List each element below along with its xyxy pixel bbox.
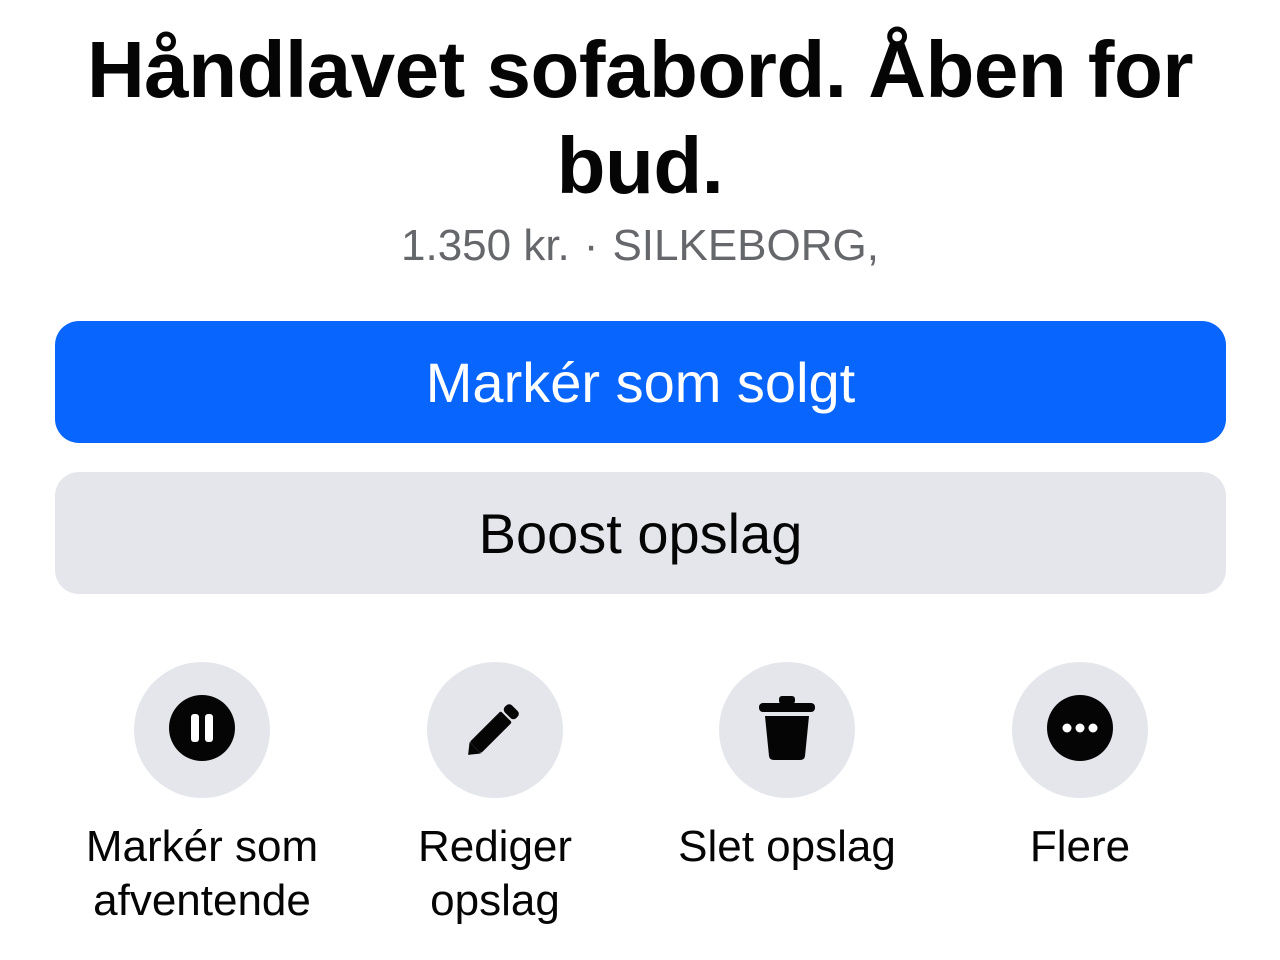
listing-location: SILKEBORG, — [612, 221, 879, 270]
delete-listing-action[interactable]: Slet opslag — [647, 662, 927, 874]
listing-price: 1.350 kr. — [401, 221, 570, 270]
listing-meta: 1.350 kr. · SILKEBORG, — [0, 218, 1280, 274]
pencil-icon — [463, 696, 527, 765]
mark-pending-label: Markér som afventende — [85, 822, 319, 925]
edit-listing-action[interactable]: Rediger opslag — [355, 662, 635, 928]
listing-title: Håndlavet sofabord. Åben for bud. — [86, 25, 1194, 210]
delete-listing-label: Slet opslag — [678, 822, 896, 871]
meta-separator: · — [583, 221, 599, 270]
pause-icon — [168, 694, 236, 767]
listing-actions: Markér som afventende Rediger opslag Sle… — [0, 662, 1280, 952]
edit-listing-button[interactable] — [427, 662, 563, 798]
mark-pending-button[interactable] — [134, 662, 270, 798]
more-options-action[interactable]: Flere — [940, 662, 1220, 874]
mark-as-sold-button[interactable]: Markér som solgt — [55, 321, 1226, 443]
more-options-label: Flere — [1029, 822, 1131, 871]
mark-pending-action[interactable]: Markér som afventende — [62, 662, 342, 928]
more-icon — [1046, 694, 1114, 767]
more-options-button[interactable] — [1012, 662, 1148, 798]
boost-listing-button[interactable]: Boost opslag — [55, 472, 1226, 594]
trash-icon — [755, 694, 819, 767]
delete-listing-button[interactable] — [719, 662, 855, 798]
edit-listing-label: Rediger opslag — [417, 822, 573, 925]
